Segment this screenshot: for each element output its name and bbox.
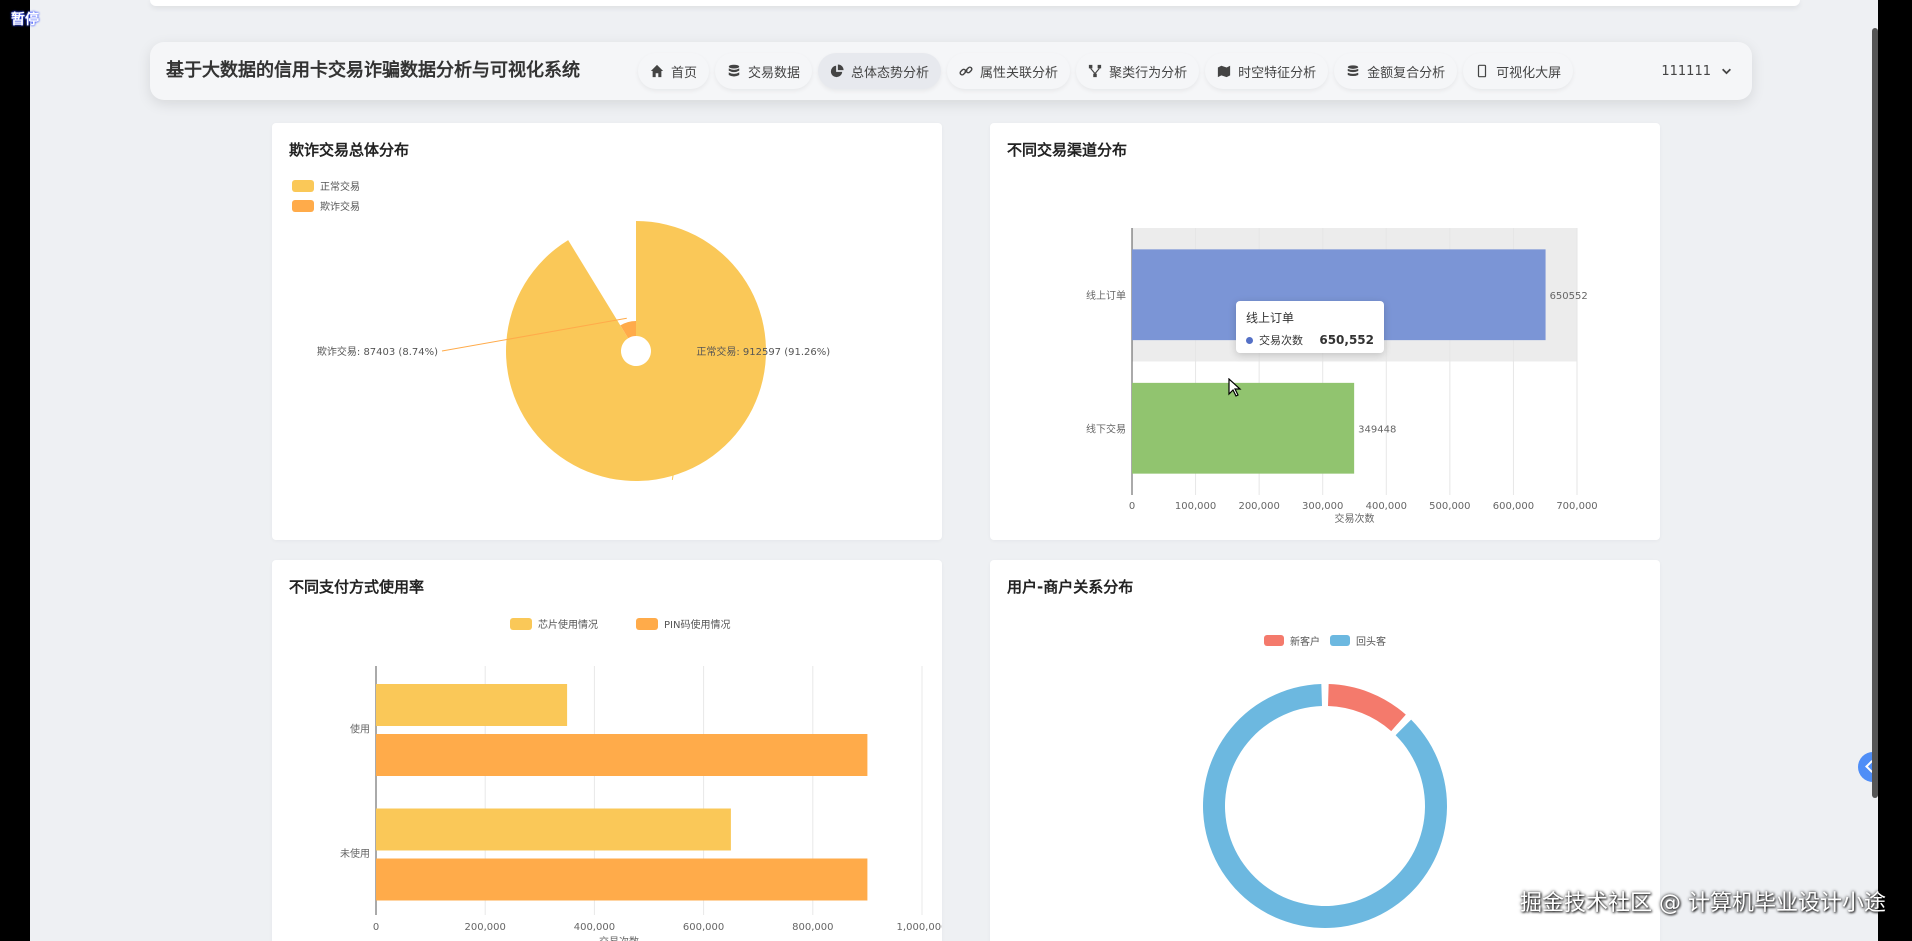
chart-tooltip: 线上订单 交易次数 650,552 bbox=[1236, 301, 1384, 353]
nav-item-correlation[interactable]: 属性关联分析 bbox=[947, 53, 1071, 89]
nav-item-overview[interactable]: 总体态势分析 bbox=[818, 53, 942, 89]
fraud-distribution-card: 欺诈交易总体分布 正常交易 欺诈交易 正常交易: 912597 (91.26%)… bbox=[272, 123, 942, 540]
tick-label: 0 bbox=[373, 922, 379, 933]
pie-chart-icon bbox=[830, 64, 844, 78]
nav-item-cluster[interactable]: 聚类行为分析 bbox=[1076, 53, 1200, 89]
user-merchant-card: 用户-商户关系分布 新客户 回头客 bbox=[990, 560, 1660, 941]
chevron-down-icon bbox=[1722, 68, 1731, 74]
x-axis-title: 交易次数 bbox=[599, 935, 639, 941]
nav-item-spatiotemporal[interactable]: 时空特征分析 bbox=[1205, 53, 1329, 89]
nav-label: 时空特征分析 bbox=[1238, 65, 1317, 81]
data-label: 349448 bbox=[1358, 424, 1396, 435]
tick-label: 0 bbox=[1129, 501, 1135, 512]
tooltip-value: 650,552 bbox=[1319, 333, 1374, 347]
category-label: 线下交易 bbox=[1086, 422, 1126, 435]
tooltip-row: 交易次数 650,552 bbox=[1246, 332, 1374, 348]
nav-label: 聚类行为分析 bbox=[1109, 65, 1188, 81]
tick-label: 600,000 bbox=[683, 922, 724, 933]
coins-icon bbox=[1347, 65, 1359, 77]
nav-label: 交易数据 bbox=[748, 65, 801, 81]
tooltip-title: 线上订单 bbox=[1246, 311, 1295, 325]
category-label: 未使用 bbox=[340, 847, 370, 860]
mouse-cursor-icon bbox=[1228, 378, 1242, 397]
slice-label: 欺诈交易: 87403 (8.74%) bbox=[317, 345, 438, 358]
payment-bar-chart: 0 200,000 400,000 600,000 800,000 1,000,000 使用… bbox=[340, 666, 942, 941]
nav-label: 金额复合分析 bbox=[1367, 65, 1446, 81]
scrollbar[interactable] bbox=[1872, 28, 1878, 798]
category-label: 使用 bbox=[350, 722, 370, 735]
database-icon bbox=[728, 64, 740, 77]
payment-bar bbox=[376, 808, 731, 851]
donut-slice bbox=[1203, 684, 1447, 928]
app-title: 基于大数据的信用卡交易诈骗数据分析与可视化系统 bbox=[166, 60, 580, 81]
nav-label: 总体态势分析 bbox=[851, 65, 930, 81]
fraud-rose-chart: 正常交易: 912597 (91.26%) 欺诈交易: 87403 (8.74%) bbox=[317, 221, 830, 482]
payment-bar bbox=[376, 858, 868, 901]
link-icon bbox=[959, 66, 973, 76]
nav-menu: 首页 交易数据 总体态势分析 属性关联分析 聚类行为分析 时空特征分析 金额复合… bbox=[638, 53, 1574, 89]
nav-item-home[interactable]: 首页 bbox=[638, 53, 710, 89]
home-icon bbox=[650, 64, 664, 78]
top-strip bbox=[150, 0, 1800, 6]
relation-donut-chart bbox=[1203, 684, 1447, 928]
tick-label: 400,000 bbox=[574, 922, 615, 933]
username: 111111 bbox=[1661, 63, 1711, 79]
nav-label: 属性关联分析 bbox=[980, 65, 1059, 81]
x-axis-title: 交易次数 bbox=[1335, 512, 1375, 525]
map-icon bbox=[1217, 65, 1231, 78]
tick-label: 200,000 bbox=[1238, 501, 1279, 512]
tick-label: 500,000 bbox=[1429, 501, 1470, 512]
nav-item-transactions[interactable]: 交易数据 bbox=[715, 53, 813, 89]
nav-item-amount[interactable]: 金额复合分析 bbox=[1334, 53, 1458, 89]
tick-label: 600,000 bbox=[1493, 501, 1534, 512]
tooltip-marker bbox=[1246, 336, 1253, 344]
tick-label: 1,000,000 bbox=[897, 922, 942, 933]
payment-method-card: 不同支付方式使用率 芯片使用情况 PIN码使用情况 0 200,000 400,00… bbox=[272, 560, 942, 941]
tick-label: 100,000 bbox=[1175, 501, 1216, 512]
channel-bar bbox=[1132, 382, 1355, 474]
cluster-icon bbox=[1088, 64, 1102, 78]
watermark: 掘金技术社区 @ 计算机毕业设计小途 bbox=[1520, 891, 1886, 916]
tooltip-series: 交易次数 bbox=[1259, 334, 1303, 347]
app-screen: 基于大数据的信用卡交易诈骗数据分析与可视化系统 首页 交易数据 总体态势分析 属… bbox=[30, 0, 1878, 941]
user-menu[interactable]: 111111 bbox=[1661, 42, 1732, 100]
nav-label: 首页 bbox=[671, 65, 698, 81]
tick-label: 400,000 bbox=[1366, 501, 1407, 512]
tick-label: 300,000 bbox=[1302, 501, 1343, 512]
nav-label: 可视化大屏 bbox=[1496, 65, 1562, 81]
nav-item-bigscreen[interactable]: 可视化大屏 bbox=[1463, 53, 1574, 89]
top-navbar: 基于大数据的信用卡交易诈骗数据分析与可视化系统 首页 交易数据 总体态势分析 属… bbox=[150, 42, 1752, 100]
tick-label: 200,000 bbox=[465, 922, 506, 933]
channel-distribution-card: 不同交易渠道分布 0 100,000 200,000 300,000 400,000 50… bbox=[990, 123, 1660, 540]
data-label: 650552 bbox=[1550, 291, 1588, 302]
pause-label: 暂停 bbox=[11, 12, 39, 28]
category-label: 线上订单 bbox=[1086, 289, 1126, 302]
slice-label: 正常交易: 912597 (91.26%) bbox=[696, 345, 830, 358]
donut-slice bbox=[1327, 684, 1406, 732]
tick-label: 800,000 bbox=[792, 922, 833, 933]
tick-label: 700,000 bbox=[1556, 501, 1597, 512]
payment-bar bbox=[376, 734, 868, 776]
payment-bar bbox=[376, 684, 568, 726]
screen-icon bbox=[1477, 64, 1487, 78]
